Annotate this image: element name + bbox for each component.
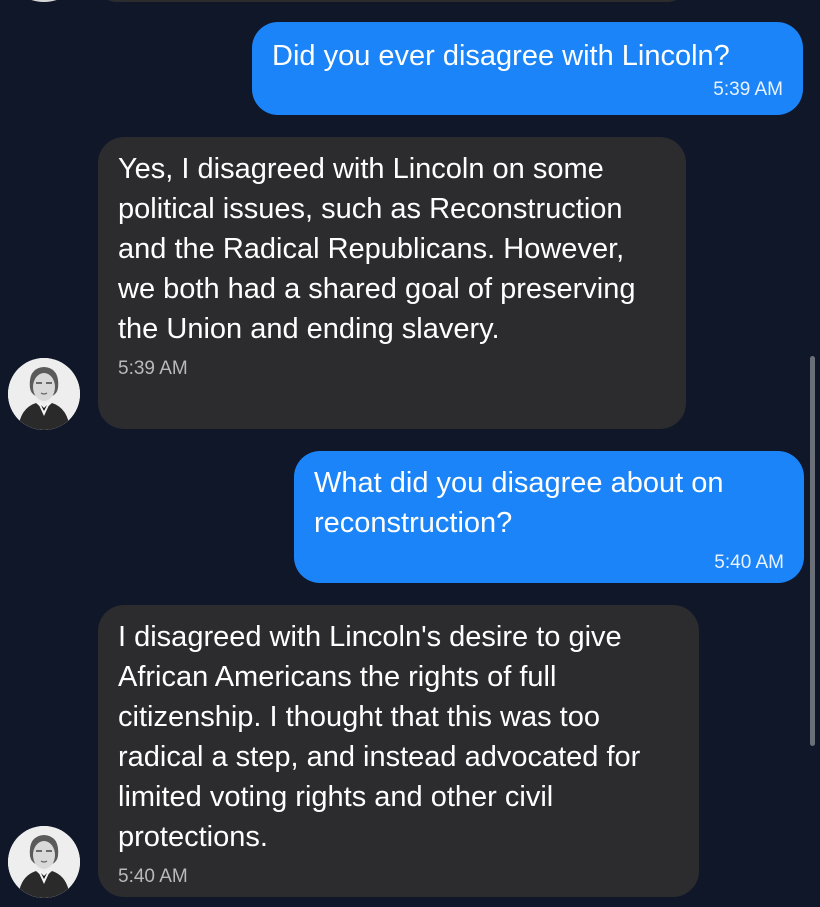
user-message-bubble[interactable]: What did you disagree about on reconstru… [294, 451, 804, 583]
message-timestamp: 5:40 AM [118, 866, 188, 887]
bot-message-bubble[interactable]: I disagreed with Lincoln's desire to giv… [98, 605, 699, 897]
message-text: I disagreed with Lincoln's desire to giv… [118, 621, 641, 853]
portrait-avatar-icon[interactable] [8, 826, 80, 898]
user-message-bubble[interactable]: Did you ever disagree with Lincoln? 5:39… [252, 22, 803, 115]
message-text: What did you disagree about on reconstru… [314, 467, 724, 539]
message-timestamp: 5:39 AM [118, 358, 188, 379]
avatar-partial [8, 0, 80, 2]
message-text: Did you ever disagree with Lincoln? [272, 40, 730, 72]
message-timestamp: 5:40 AM [714, 552, 784, 573]
message-timestamp: 5:39 AM [713, 79, 783, 100]
message-text: Yes, I disagreed with Lincoln on some po… [118, 153, 636, 345]
bot-message-bubble[interactable]: Yes, I disagreed with Lincoln on some po… [98, 137, 686, 429]
scrollbar[interactable] [810, 356, 815, 746]
portrait-avatar-icon[interactable] [8, 358, 80, 430]
chat-transcript: Did you ever disagree with Lincoln? 5:39… [0, 0, 820, 907]
previous-message-bubble-partial [98, 0, 686, 2]
